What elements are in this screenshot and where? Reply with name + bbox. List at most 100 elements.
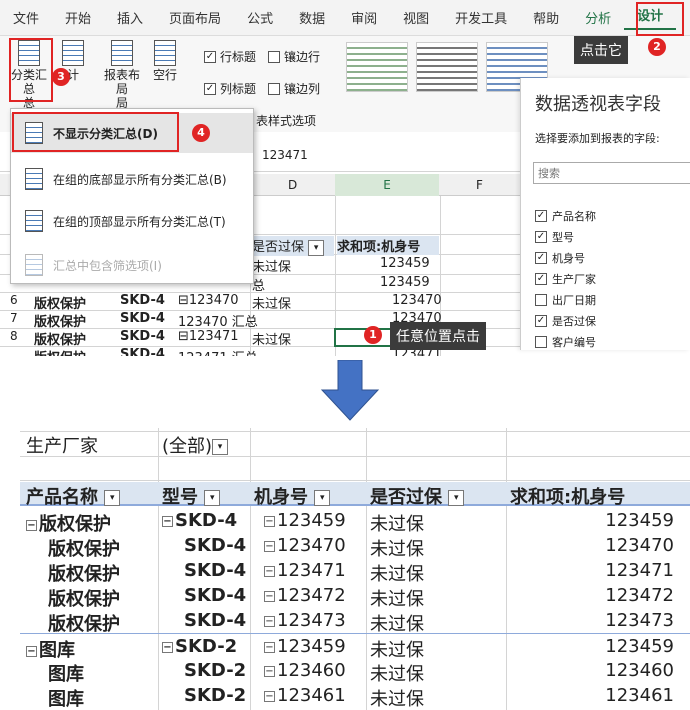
collapse-icon[interactable]: − [264,565,275,577]
tab-view[interactable]: 视图 [390,8,442,27]
tab-page-layout[interactable]: 页面布局 [156,8,234,27]
header-cell-sum[interactable]: 求和项:机身号 [337,236,439,255]
col-header-f[interactable]: F [476,178,483,192]
field-serial[interactable]: ✓ 机身号 [535,250,585,266]
cell-e[interactable]: 123473 [605,610,674,631]
cell-e[interactable]: 123472 [605,585,674,606]
collapse-icon[interactable]: − [264,590,275,602]
banded-columns-checkbox[interactable]: 镶边列 [268,80,320,97]
field-manufacture-date[interactable]: 出厂日期 [535,292,596,308]
header-product[interactable]: 产品名称 ▾ [26,483,121,509]
cell-d[interactable]: 未过保 [252,256,291,275]
tab-developer[interactable]: 开发工具 [442,8,520,27]
row-number[interactable]: 8 [10,329,18,343]
cell-c[interactable]: −123460 [264,660,346,681]
cell-b[interactable]: SKD-2 [184,660,246,681]
blank-rows-button[interactable]: 空行 [148,40,182,82]
pivot-table-result[interactable]: 生产厂家 (全部) ▾ 产品名称 ▾ 型号 ▾ 机身号 ▾ 是否过保 ▾ 求和项:… [20,428,690,710]
tab-analyze[interactable]: 分析 [572,8,624,27]
table-row[interactable]: 版权保护 SKD-4−123472 未过保 123472 [20,583,690,610]
cell-b[interactable]: 版权保护 [34,311,86,330]
cell-e[interactable]: 123459 [605,636,674,657]
collapse-icon[interactable]: − [26,645,37,657]
filter-dropdown-icon[interactable]: ▾ [204,490,221,506]
table-row[interactable]: 图库 SKD-2−123460 未过保 123460 [20,658,690,685]
field-model[interactable]: ✓ 型号 [535,229,574,245]
field-customer-id[interactable]: 客户编号 [535,334,596,350]
cell-b[interactable]: SKD-4 [184,535,246,556]
collapse-icon[interactable]: − [264,641,275,653]
report-layout-button[interactable]: 报表布局 局 [100,40,144,110]
cell-e[interactable]: 123459 [605,510,674,531]
cell-c2[interactable]: ⊟123470 [178,293,239,308]
cell-e[interactable]: 123470 [605,535,674,556]
cell-e[interactable]: 123460 [605,660,674,681]
filter-dropdown-icon[interactable]: ▾ [212,439,229,455]
row-number[interactable]: 7 [10,311,18,325]
cell-b[interactable]: 版权保护 [34,347,86,356]
table-row[interactable]: 版权保护 SKD-4−123473 未过保 123473 [20,608,690,635]
cell-b[interactable]: SKD-2 [184,685,246,706]
table-row[interactable]: 版权保护 SKD-4−123470 未过保 123470 [20,533,690,560]
cell-c[interactable]: −123473 [264,610,346,631]
cell-c[interactable]: SKD-4 [120,347,165,356]
filter-dropdown-icon[interactable]: ▾ [104,490,121,506]
cell-c2[interactable]: ⊟123471 [178,329,239,344]
filter-dropdown-icon[interactable]: ▾ [448,490,465,506]
header-warranty[interactable]: 是否过保 ▾ [370,483,465,509]
cell-e[interactable]: 123470 [392,293,442,308]
table-row[interactable]: 版权保护 SKD-4−123471 未过保 123471 [20,558,690,585]
row-headers-checkbox[interactable]: ✓ 行标题 [204,48,256,65]
cell-c[interactable]: −123472 [264,585,346,606]
filter-dropdown-icon[interactable]: ▾ [308,239,325,256]
cell-c[interactable]: −123459 [264,636,346,657]
cell-e[interactable]: 123459 [380,275,430,290]
cell-c[interactable]: −123471 [264,560,346,581]
header-model[interactable]: 型号 ▾ [162,483,221,509]
tab-file[interactable]: 文件 [0,8,52,27]
cell-c2[interactable]: 123470 汇总 [178,311,258,330]
collapse-icon[interactable]: − [264,615,275,627]
checkbox-icon[interactable]: ✓ [535,252,547,264]
field-warranty[interactable]: ✓ 是否过保 [535,313,596,329]
cell-d[interactable]: 未过保 [370,685,424,710]
collapse-icon[interactable]: − [264,540,275,552]
checkbox-icon[interactable]: ✓ [535,273,547,285]
cell-c[interactable]: −123470 [264,535,346,556]
checkbox-icon[interactable]: ✓ [535,231,547,243]
cell-e[interactable]: 123459 [380,256,430,271]
collapse-icon[interactable]: − [264,690,275,702]
pivot-style-swatch-green[interactable] [346,42,408,92]
menu-item-subtotals-top[interactable]: 在组的顶部显示所有分类汇总(T) [11,201,253,241]
field-product-name[interactable]: ✓ 产品名称 [535,208,596,224]
cell-b[interactable]: − SKD-4 [162,510,237,531]
tab-help[interactable]: 帮助 [520,8,572,27]
collapse-icon[interactable]: − [26,519,37,531]
collapse-icon[interactable]: − [264,665,275,677]
checkbox-icon[interactable] [535,336,547,348]
checkbox-icon[interactable]: ✓ [535,210,547,222]
tab-home[interactable]: 开始 [52,8,104,27]
cell-c[interactable]: SKD-4 [120,329,174,344]
cell-c[interactable]: SKD-4 [120,311,165,326]
table-row[interactable]: − 图库 − SKD-2−123459 未过保 123459 [20,633,690,661]
cell-b[interactable]: SKD-4 [184,560,246,581]
pivot-style-swatch-gray[interactable] [416,42,478,92]
collapse-icon[interactable]: − [162,515,173,527]
header-sum[interactable]: 求和项:机身号 [510,483,625,509]
cell-b[interactable]: 版权保护 [34,293,86,312]
cell-c[interactable]: −123461 [264,685,346,706]
cell-a[interactable]: 图库 [48,685,84,710]
cell-d[interactable]: 未过保 [252,293,291,312]
row-number[interactable]: 6 [10,293,18,307]
cell-d[interactable]: 未过保 [252,329,291,348]
field-search-input[interactable] [533,162,690,184]
tab-review[interactable]: 审阅 [338,8,390,27]
filter-dropdown-icon[interactable]: ▾ [314,490,331,506]
cell-c[interactable]: SKD-4 [120,293,174,308]
collapse-icon[interactable]: − [264,515,275,527]
tab-formulas[interactable]: 公式 [234,8,286,27]
col-header-d[interactable]: D [288,178,297,192]
cell-b[interactable]: SKD-4 [184,610,246,631]
cell-b[interactable]: SKD-4 [184,585,246,606]
